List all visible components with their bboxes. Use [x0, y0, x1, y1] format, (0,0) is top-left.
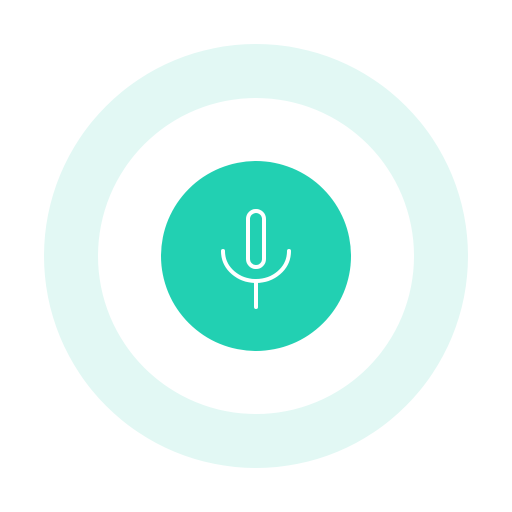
microphone-button[interactable] — [161, 161, 351, 351]
microphone-icon — [221, 209, 291, 309]
voice-input-screen — [0, 0, 512, 512]
